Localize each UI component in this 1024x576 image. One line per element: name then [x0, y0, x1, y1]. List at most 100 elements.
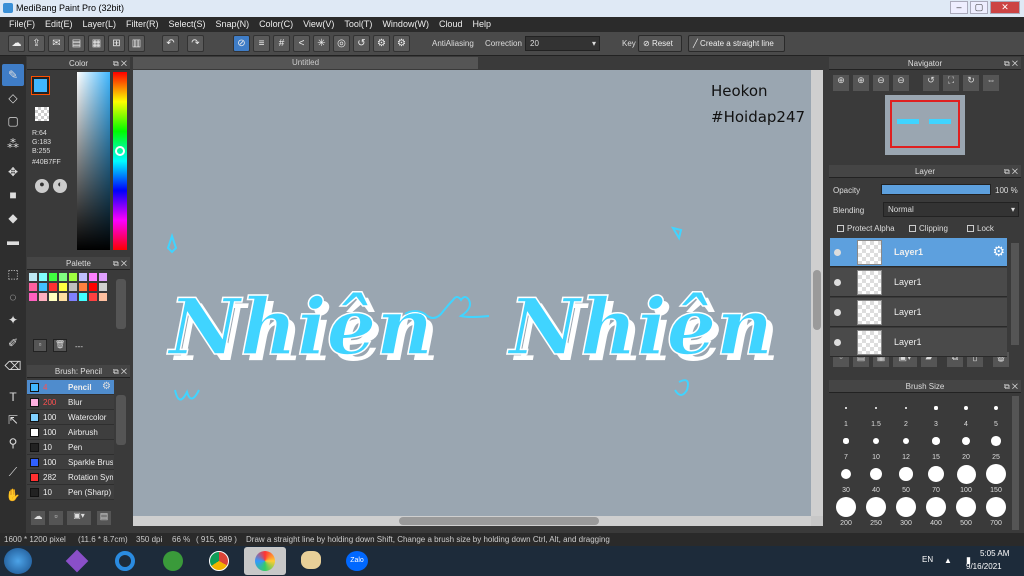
medibang-taskbar-icon[interactable]: [244, 547, 286, 575]
palette-swatch[interactable]: [99, 283, 107, 291]
menu-item[interactable]: Color(C): [254, 17, 298, 32]
menu-item[interactable]: File(F): [4, 17, 40, 32]
palette-swatch[interactable]: [79, 283, 87, 291]
palette-swatch[interactable]: [39, 293, 47, 301]
brush-size-option[interactable]: 70: [921, 464, 951, 494]
brush-scrollbar[interactable]: [116, 395, 126, 445]
brush-size-option[interactable]: 7: [831, 431, 861, 461]
navigator-preview[interactable]: [885, 95, 965, 155]
palette-swatch[interactable]: [29, 293, 37, 301]
visual-studio-icon[interactable]: [56, 547, 98, 575]
clipping-checkbox[interactable]: [909, 225, 916, 232]
brush-tool-icon[interactable]: ✎: [2, 64, 24, 86]
brush-new-icon[interactable]: ▫: [49, 511, 63, 525]
fill-rect-tool-icon[interactable]: ■: [2, 184, 24, 206]
brush-size-option[interactable]: 25: [981, 431, 1011, 461]
menu-item[interactable]: Layer(L): [78, 17, 122, 32]
paint-icon[interactable]: [290, 547, 332, 575]
layer-row[interactable]: Layer1: [830, 298, 1007, 327]
palette-swatch[interactable]: [49, 283, 57, 291]
eyedropper-tool-icon[interactable]: ⚲: [2, 432, 24, 454]
menu-item[interactable]: Select(S): [164, 17, 211, 32]
hand-tool-icon[interactable]: ✋: [2, 484, 24, 506]
menu-item[interactable]: View(V): [298, 17, 339, 32]
palette-swatch[interactable]: [89, 273, 97, 281]
minimize-icon[interactable]: –: [950, 1, 968, 14]
chat-icon[interactable]: ✉: [48, 35, 65, 52]
canvas-horizontal-scrollbar[interactable]: [133, 516, 811, 526]
hue-handle[interactable]: [115, 146, 125, 156]
brush-size-scrollbar[interactable]: [1012, 396, 1019, 530]
page-icon[interactable]: ▥: [128, 35, 145, 52]
blur-tool-icon[interactable]: ⁂: [2, 133, 24, 155]
opacity-slider[interactable]: [881, 184, 991, 195]
snap-settings-icon[interactable]: ⚙: [373, 35, 390, 52]
magic-wand-icon[interactable]: ✦: [2, 309, 24, 331]
brush-size-option[interactable]: 1: [831, 398, 861, 428]
brush-size-option[interactable]: 700: [981, 497, 1011, 527]
rotate-left-icon[interactable]: ↺: [923, 75, 939, 91]
menu-item[interactable]: Cloud: [434, 17, 468, 32]
brush-size-option[interactable]: 5: [981, 398, 1011, 428]
brush-size-option[interactable]: 40: [861, 464, 891, 494]
palette-swatch[interactable]: [29, 283, 37, 291]
grid-icon[interactable]: ⊞: [108, 35, 125, 52]
brush-cloud-icon[interactable]: ☁: [31, 511, 45, 525]
layer-row[interactable]: Layer1: [830, 328, 1007, 357]
zoom-actual-icon[interactable]: ⊖: [873, 75, 889, 91]
color-wheel-icon[interactable]: ●: [35, 179, 49, 193]
blending-select[interactable]: Normal ▾: [883, 202, 1019, 217]
fit-window-icon[interactable]: ⛶: [943, 75, 959, 91]
zoom-out-icon[interactable]: ⊖: [893, 75, 909, 91]
palette-swatch[interactable]: [59, 293, 67, 301]
layer-row[interactable]: Layer1: [830, 268, 1007, 297]
palette-swatch[interactable]: [29, 273, 37, 281]
menu-item[interactable]: Snap(N): [211, 17, 255, 32]
brush-item[interactable]: 100 Airbrush: [27, 425, 114, 440]
hue-slider[interactable]: [113, 72, 127, 250]
brush-size-option[interactable]: 250: [861, 497, 891, 527]
brush-size-option[interactable]: 20: [951, 431, 981, 461]
brush-size-option[interactable]: 4: [951, 398, 981, 428]
snap-circle-icon[interactable]: ◎: [333, 35, 350, 52]
divide-tool-icon[interactable]: ⟋: [2, 461, 24, 483]
panel-icon[interactable]: ▦: [88, 35, 105, 52]
document-tab[interactable]: Untitled: [133, 57, 478, 69]
primary-color-swatch[interactable]: [31, 76, 50, 95]
operation-tool-icon[interactable]: ⇱: [2, 409, 24, 431]
brush-size-option[interactable]: 3: [921, 398, 951, 428]
text-tool-icon[interactable]: T: [2, 386, 24, 408]
palette-delete-icon[interactable]: 🗑: [53, 339, 67, 352]
palette-swatch[interactable]: [99, 293, 107, 301]
visibility-icon[interactable]: [834, 249, 841, 256]
palette-swatch[interactable]: [99, 273, 107, 281]
brush-item[interactable]: 100 Sparkle Brush: [27, 455, 114, 470]
snap-cross-icon[interactable]: #: [273, 35, 290, 52]
rotate-right-icon[interactable]: ↻: [963, 75, 979, 91]
comic-icon[interactable]: ▤: [68, 35, 85, 52]
clock-date[interactable]: 9/16/2021: [966, 562, 1002, 571]
palette-swatch[interactable]: [59, 283, 67, 291]
snap-radial-icon[interactable]: ✳: [313, 35, 330, 52]
zoom-in-icon[interactable]: ⊕: [833, 75, 849, 91]
brush-size-option[interactable]: 200: [831, 497, 861, 527]
menu-item[interactable]: Edit(E): [40, 17, 78, 32]
correction-select[interactable]: 20 ▾: [525, 36, 600, 51]
internet-explorer-icon[interactable]: [104, 547, 146, 575]
select-tool-icon[interactable]: ⬚: [2, 263, 24, 285]
drawing-canvas[interactable]: Nhiên Nhiên Nhiên Nhiên Heokon #Hoidap24…: [133, 70, 811, 516]
palette-swatch[interactable]: [59, 273, 67, 281]
palette-swatch[interactable]: [79, 293, 87, 301]
gradient-tool-icon[interactable]: ▬: [2, 230, 24, 252]
language-indicator[interactable]: EN: [922, 555, 933, 564]
palette-swatch[interactable]: [39, 283, 47, 291]
snap-curve-icon[interactable]: ↺: [353, 35, 370, 52]
menu-item[interactable]: Filter(R): [121, 17, 164, 32]
eraser-tool-icon[interactable]: ◇: [2, 87, 24, 109]
brush-size-option[interactable]: 30: [831, 464, 861, 494]
brush-item[interactable]: 282 Rotation Sym: [27, 470, 114, 485]
start-button-icon[interactable]: [4, 548, 32, 574]
select-pen-icon[interactable]: ✐: [2, 332, 24, 354]
reset-button[interactable]: ⊘ Reset: [638, 35, 682, 52]
chevron-up-icon[interactable]: ▲: [944, 556, 952, 565]
